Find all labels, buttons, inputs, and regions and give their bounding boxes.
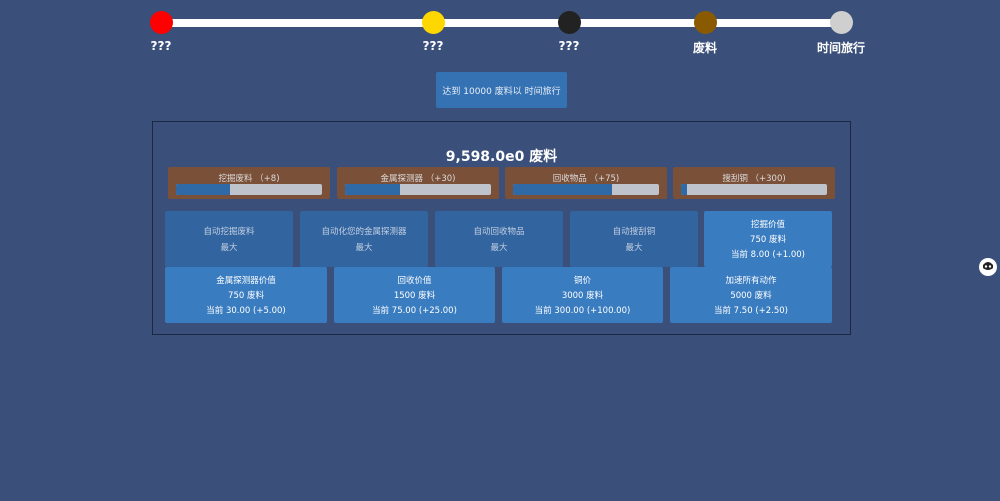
gatherer-recycle-items[interactable]: 回收物品 （+75) (505, 167, 667, 199)
upgrade-title: 铜价 (573, 276, 591, 287)
timeline-node-4 (694, 11, 717, 34)
automation-status: 最大 (220, 243, 238, 253)
timeline-label-4: 废料 (692, 41, 717, 55)
automation-title: 自动搜刮铜 (612, 227, 656, 237)
timeline-label-1: ??? (150, 39, 172, 53)
automation-title: 自动化您的金属探测器 (321, 227, 407, 237)
automation-card-metal-detector[interactable]: 自动化您的金属探测器 最大 (300, 211, 428, 267)
gatherer-progress-bar (513, 184, 659, 195)
upgrade-card-dig-value[interactable]: 挖掘价值 750 废料 当前 8.00 (+1.00) (704, 211, 832, 267)
upgrade-card-speed-all[interactable]: 加速所有动作 5000 废料 当前 7.50 (+2.50) (670, 267, 832, 323)
timeline-label-2: ??? (422, 39, 444, 53)
timeline-label-3: ??? (558, 39, 580, 53)
gatherer-label: 挖掘废料 （+8) (218, 174, 280, 184)
helper-avatar-glyph (980, 259, 996, 275)
upgrade-card-copper-price[interactable]: 铜价 3000 废料 当前 300.00 (+100.00) (502, 267, 663, 323)
upgrade-current: 当前 75.00 (+25.00) (372, 305, 457, 316)
automation-card-recycle-items[interactable]: 自动回收物品 最大 (435, 211, 563, 267)
upgrade-title: 回收价值 (397, 276, 432, 287)
upgrade-cost: 3000 废料 (561, 290, 604, 301)
gatherer-label: 金属探测器 （+30) (380, 174, 456, 184)
automation-title: 自动挖掘废料 (203, 227, 255, 237)
timeline-node-5 (830, 11, 853, 34)
timeline-label-5: 时间旅行 (816, 41, 865, 55)
resource-amount: 9,598.0e0 废料 (445, 149, 558, 165)
gatherer-scavenge-copper[interactable]: 搜刮铜 （+300) (673, 167, 835, 199)
gatherer-metal-detector[interactable]: 金属探测器 （+30) (337, 167, 499, 199)
automation-status: 最大 (355, 243, 373, 253)
helper-avatar-icon[interactable] (979, 258, 997, 276)
automation-card-dig-scrap[interactable]: 自动挖掘废料 最大 (165, 211, 293, 267)
timeline-node-2 (422, 11, 445, 34)
automation-title: 自动回收物品 (473, 227, 525, 237)
gatherer-progress-bar (681, 184, 827, 195)
automation-card-scavenge-copper[interactable]: 自动搜刮铜 最大 (570, 211, 698, 267)
automation-status: 最大 (490, 243, 508, 253)
upgrade-card-metal-detector-value[interactable]: 金属探测器价值 750 废料 当前 30.00 (+5.00) (165, 267, 327, 323)
upgrade-current: 当前 7.50 (+2.50) (713, 305, 788, 316)
time-travel-button[interactable]: 达到 10000 废料以 时间旅行 (436, 72, 567, 108)
upgrade-cost: 1500 废料 (393, 290, 436, 301)
upgrade-card-recycle-value[interactable]: 回收价值 1500 废料 当前 75.00 (+25.00) (334, 267, 495, 323)
gatherer-progress-bar (176, 184, 322, 195)
upgrade-cost: 750 废料 (750, 234, 786, 245)
upgrade-title: 金属探测器价值 (216, 276, 276, 287)
upgrade-title: 加速所有动作 (725, 276, 777, 287)
gatherer-progress-bar (345, 184, 491, 195)
upgrade-title: 挖掘价值 (750, 220, 785, 231)
timeline-node-1 (150, 11, 173, 34)
gatherer-progress-fill (681, 184, 687, 195)
automation-status: 最大 (625, 243, 643, 253)
upgrade-cost: 750 废料 (228, 290, 264, 301)
upgrade-current: 当前 300.00 (+100.00) (534, 305, 631, 316)
gatherer-label: 回收物品 （+75) (552, 174, 620, 184)
gatherer-progress-fill (513, 184, 613, 195)
upgrade-current: 当前 30.00 (+5.00) (206, 305, 286, 316)
gatherer-progress-fill (345, 184, 401, 195)
gatherer-label: 搜刮铜 （+300) (722, 174, 786, 184)
upgrade-cost: 5000 废料 (730, 290, 772, 301)
gatherer-dig-scrap[interactable]: 挖掘废料 （+8) (168, 167, 330, 199)
resource-panel: 9,598.0e0 废料 挖掘废料 （+8) 金属探测器 （+30) 回收物品 … (152, 121, 851, 335)
timeline-node-3 (558, 11, 581, 34)
gatherer-progress-fill (176, 184, 231, 195)
upgrade-current: 当前 8.00 (+1.00) (730, 249, 805, 260)
timeline-track (160, 19, 842, 27)
